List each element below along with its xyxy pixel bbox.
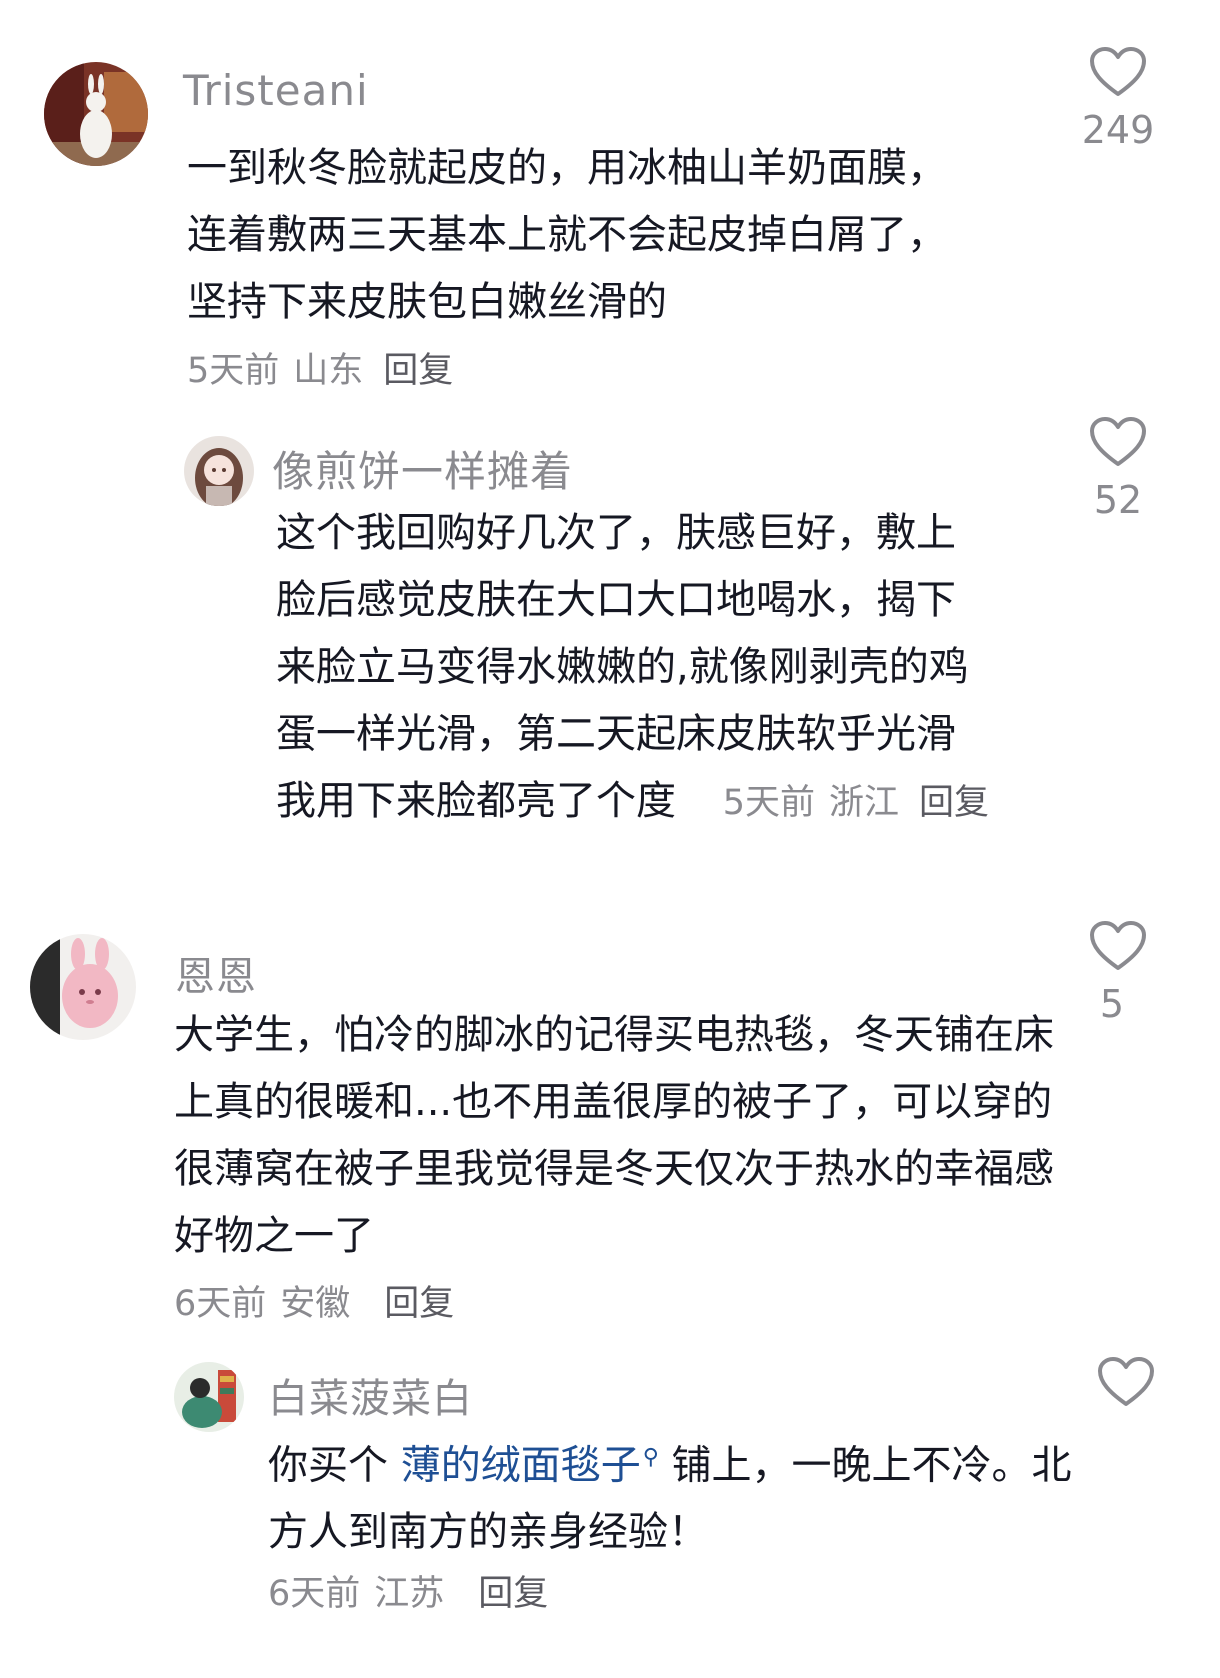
like-button[interactable]: 249	[1068, 46, 1168, 152]
bunny-figure-avatar-icon	[44, 62, 148, 166]
like-count: 5	[1099, 982, 1125, 1026]
like-count: 249	[1081, 108, 1155, 152]
comment-location: 山东	[293, 351, 364, 391]
avatar[interactable]	[174, 1362, 244, 1432]
comment-text-segment: 铺上，一晚上不冷。北	[658, 1442, 1072, 1489]
avatar[interactable]	[44, 62, 148, 166]
comment-username[interactable]: 白菜菠菜白	[268, 1366, 473, 1424]
comment-text-last: 我用下来脸都亮了个度	[276, 778, 676, 824]
reply-button[interactable]: 回复	[384, 1284, 454, 1324]
heart-outline-icon	[1090, 47, 1146, 96]
comment-text-line: 坚持下来皮肤包白嫩丝滑的	[187, 279, 667, 325]
comment-text-line: 我用下来脸都亮了个度 5天前 浙江 回复	[276, 768, 1003, 837]
comment-text: 大学生，怕冷的脚冰的记得买电热毯，冬天铺在床 上真的很暖和...也不用盖很厚的被…	[174, 1002, 1054, 1270]
comment-item: Tristeani 一到秋冬脸就起皮的，用冰柚山羊奶面膜， 连着敷两三天基本上就…	[0, 0, 1220, 400]
comment-text-line: 你买个 薄的绒面毯子⚲ 铺上，一晚上不冷。北	[268, 1424, 1072, 1499]
comment-text: 你买个 薄的绒面毯子⚲ 铺上，一晚上不冷。北 方人到南方的亲身经验！	[268, 1424, 1072, 1566]
like-button[interactable]: 52	[1068, 416, 1168, 522]
girl-reading-avatar-icon	[174, 1362, 244, 1432]
reply-item: 白菜菠菜白 你买个 薄的绒面毯子⚲ 铺上，一晚上不冷。北 方人到南方的亲身经验！…	[0, 1340, 1220, 1678]
like-button[interactable]: 5	[1068, 920, 1168, 1026]
reply-button[interactable]: 回复	[478, 1574, 548, 1614]
avatar[interactable]	[30, 934, 136, 1040]
comment-username[interactable]: 恩恩	[175, 944, 257, 1002]
search-link[interactable]: 薄的绒面毯子	[401, 1442, 641, 1488]
comment-location: 浙江	[829, 783, 900, 823]
comment-text: 一到秋冬脸就起皮的，用冰柚山羊奶面膜， 连着敷两三天基本上就不会起皮掉白屑了， …	[187, 135, 947, 336]
comment-text-segment: 你买个	[268, 1442, 401, 1489]
comment-text-line: 上真的很暖和...也不用盖很厚的被子了，可以穿的	[174, 1079, 1053, 1125]
comment-username[interactable]: 像煎饼一样摊着	[272, 438, 573, 499]
comment-item: 恩恩 大学生，怕冷的脚冰的记得买电热毯，冬天铺在床 上真的很暖和...也不用盖很…	[0, 900, 1220, 1324]
comment-time: 6天前	[174, 1284, 267, 1324]
comment-text-line: 脸后感觉皮肤在大口大口地喝水，揭下	[276, 577, 956, 623]
comment-text-line: 来脸立马变得水嫩嫩的,就像刚剥壳的鸡	[276, 644, 969, 690]
comment-text-line: 一到秋冬脸就起皮的，用冰柚山羊奶面膜，	[187, 145, 947, 191]
reply-button[interactable]: 回复	[383, 351, 453, 391]
heart-outline-icon	[1098, 1357, 1154, 1406]
pink-bunny-plush-avatar-icon	[30, 934, 136, 1040]
comment-meta: 5天前 浙江 回复	[723, 783, 1003, 823]
reply-item: 像煎饼一样摊着 这个我回购好几次了，肤感巨好，敷上 脸后感觉皮肤在大口大口地喝水…	[0, 400, 1220, 860]
comment-text-line: 这个我回购好几次了，肤感巨好，敷上	[276, 510, 956, 556]
comment-location: 安徽	[280, 1284, 351, 1324]
search-icon[interactable]: ⚲	[643, 1445, 659, 1470]
comment-time: 5天前	[722, 783, 815, 823]
comment-text-line: 很薄窝在被子里我觉得是冬天仅次于热水的幸福感	[174, 1146, 1054, 1192]
comment-text-line: 方人到南方的亲身经验！	[268, 1509, 708, 1556]
comment-meta: 5天前 山东 回复	[187, 342, 467, 393]
comment-time: 5天前	[187, 351, 280, 391]
comment-username[interactable]: Tristeani	[183, 66, 369, 115]
comment-meta: 6天前 江苏 回复	[268, 1565, 562, 1616]
comment-time: 6天前	[268, 1574, 361, 1614]
avatar[interactable]	[184, 436, 254, 506]
comment-location: 江苏	[374, 1574, 445, 1614]
heart-outline-icon	[1090, 921, 1146, 970]
anime-girl-avatar-icon	[184, 436, 254, 506]
heart-outline-icon	[1090, 417, 1146, 466]
reply-button[interactable]: 回复	[919, 783, 989, 823]
like-button[interactable]	[1076, 1356, 1176, 1408]
comment-text-line: 好物之一了	[174, 1213, 374, 1259]
comment-text-line: 蛋一样光滑，第二天起床皮肤软乎光滑	[276, 711, 956, 757]
comment-meta: 6天前 安徽 回复	[174, 1275, 468, 1326]
comment-text: 这个我回购好几次了，肤感巨好，敷上 脸后感觉皮肤在大口大口地喝水，揭下 来脸立马…	[276, 500, 1003, 837]
comment-text-line: 连着敷两三天基本上就不会起皮掉白屑了，	[187, 212, 947, 258]
like-count: 52	[1093, 478, 1143, 522]
comment-text-line: 大学生，怕冷的脚冰的记得买电热毯，冬天铺在床	[174, 1012, 1054, 1058]
